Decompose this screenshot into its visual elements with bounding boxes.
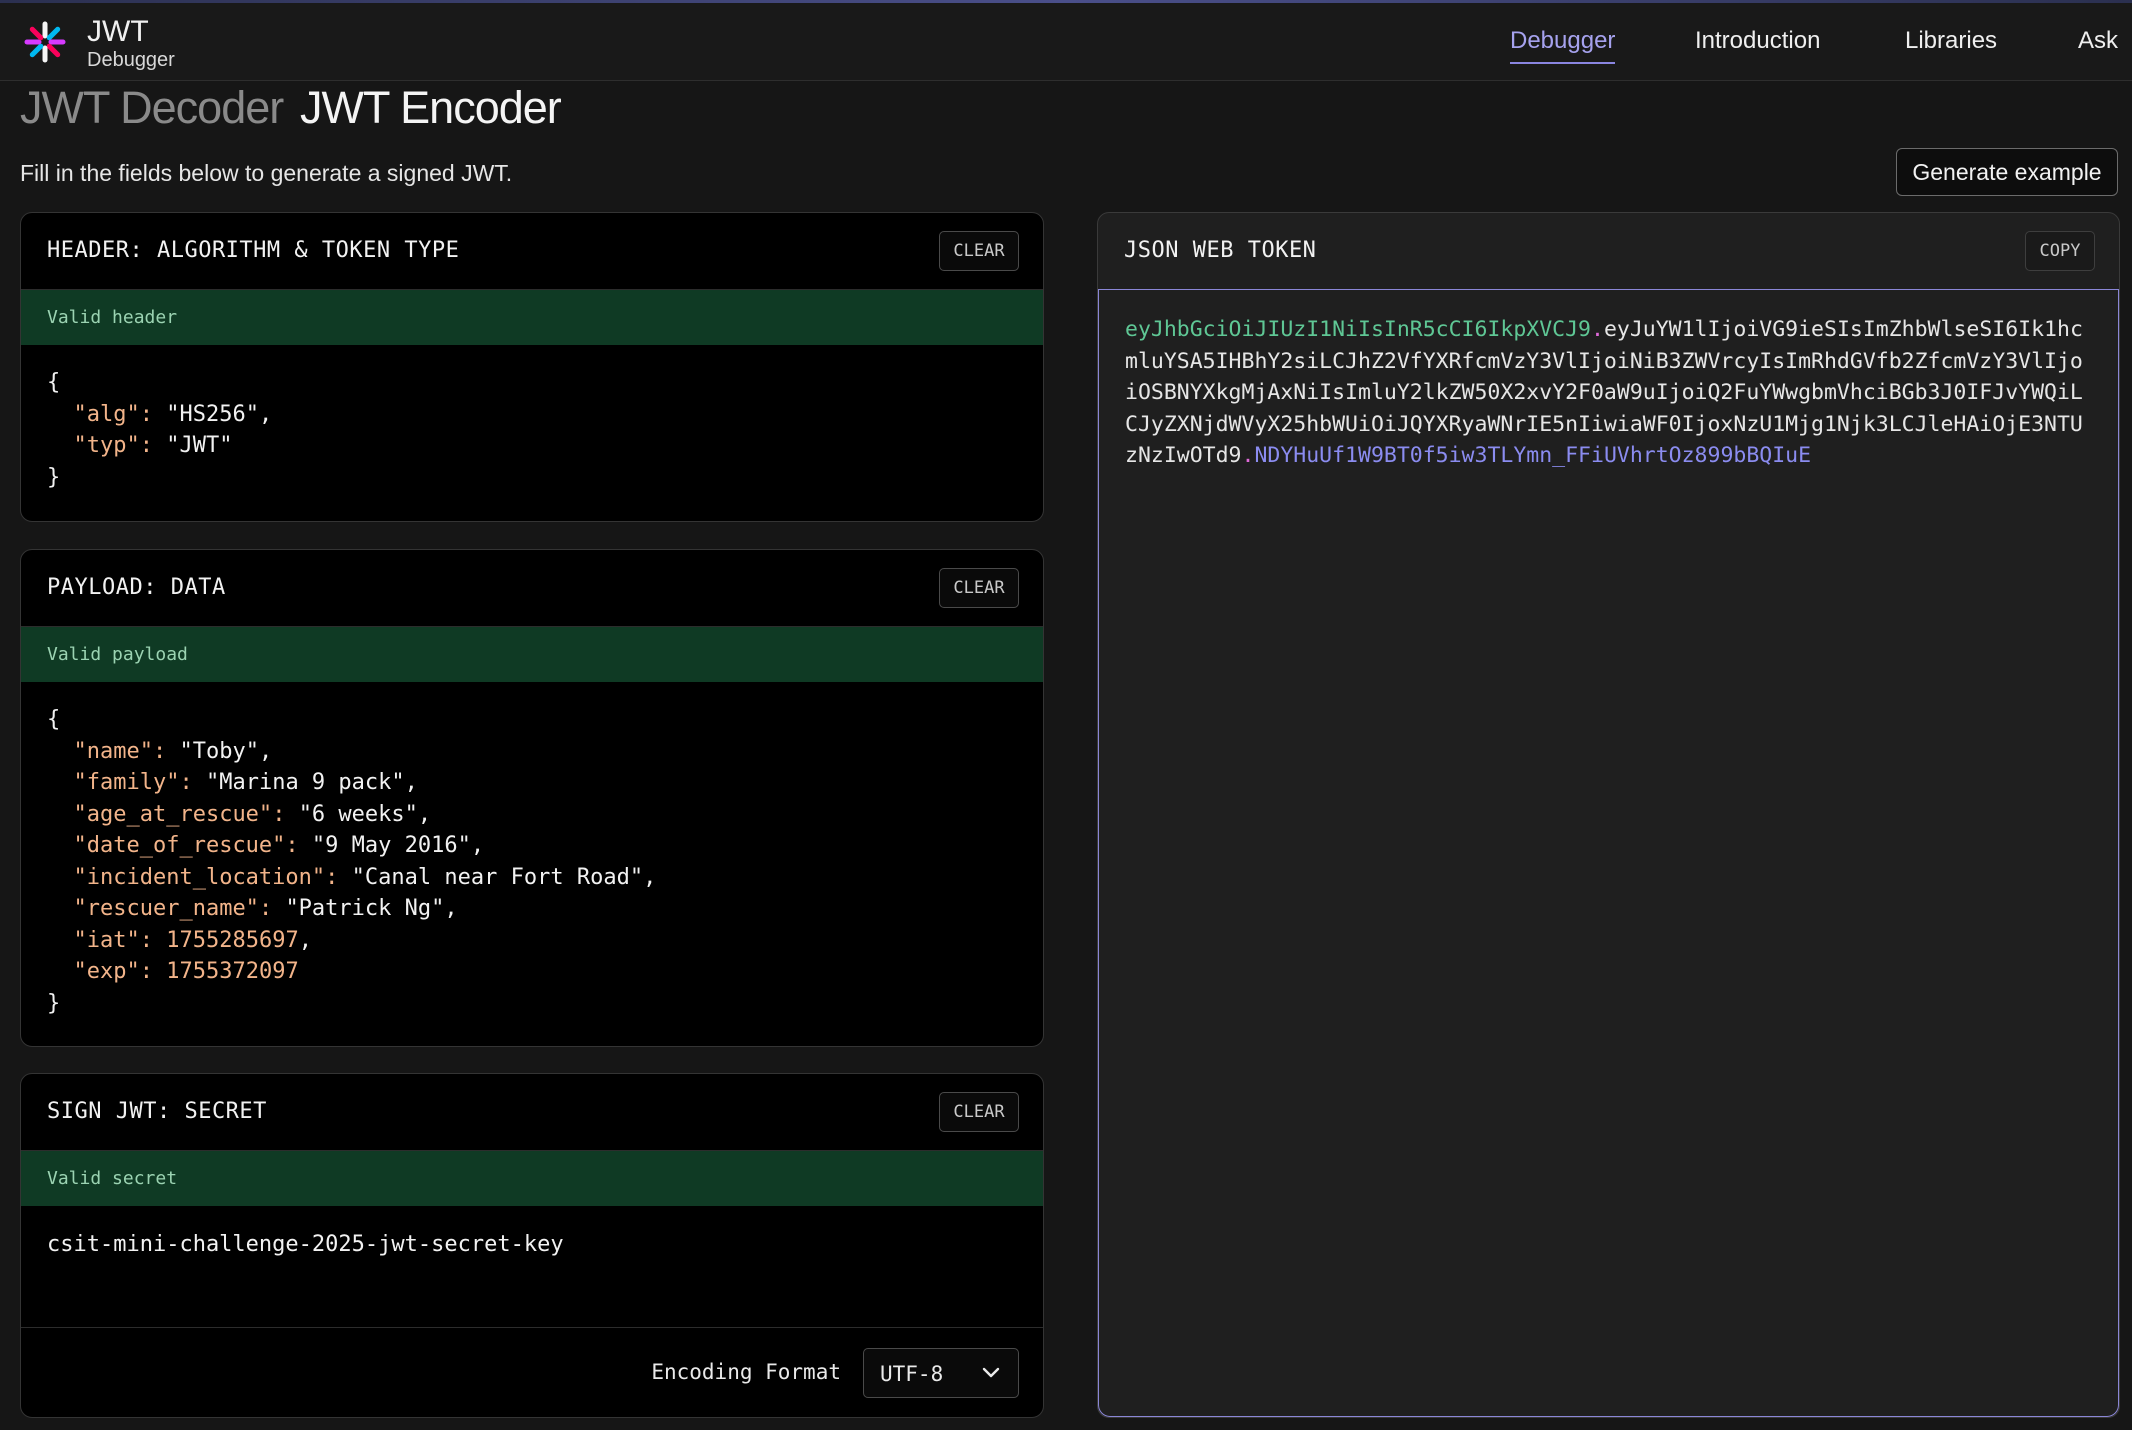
brand-subtitle: Debugger — [87, 49, 175, 71]
json-colon: : — [285, 833, 299, 858]
brand-title: JWT — [87, 15, 149, 48]
json-line: "typ": "JWT" — [47, 433, 233, 458]
active-nav-underline — [1510, 62, 1616, 64]
nav-libraries[interactable]: Libraries — [1905, 27, 1997, 55]
json-open-brace: { — [47, 370, 61, 395]
payload-panel-title: PAYLOAD: DATA — [47, 575, 226, 600]
header-panel: HEADER: ALGORITHM & TOKEN TYPE CLEAR Val… — [20, 212, 1044, 522]
json-key: "family" — [73, 770, 180, 795]
chevron-down-icon — [982, 1367, 1000, 1378]
json-value: "6 weeks" — [298, 801, 418, 827]
instructions-text: Fill in the fields below to generate a s… — [20, 160, 513, 186]
payload-status-text: Valid payload — [47, 644, 188, 665]
header-status-text: Valid header — [47, 307, 178, 328]
secret-panel: SIGN JWT: SECRET CLEAR Valid secret csit… — [20, 1073, 1044, 1418]
header-json-editor[interactable]: { "alg": "HS256", "typ": "JWT" } — [21, 345, 1043, 493]
json-line: "iat": 1755285697, — [73, 927, 312, 953]
json-value: 1755372097 — [166, 959, 299, 984]
json-line: "alg": "HS256", — [73, 401, 273, 427]
encoded-token[interactable]: eyJhbGciOiJIUzI1NiIsInR5cCI6IkpXVCJ9.eyJ… — [1125, 314, 2085, 472]
json-key: "date_of_rescue" — [73, 833, 286, 858]
nav-debugger[interactable]: Debugger — [1510, 27, 1616, 64]
json-line: "rescuer_name": "Patrick Ng", — [73, 896, 458, 921]
json-close-brace: } — [47, 464, 61, 490]
json-value: "HS256" — [166, 401, 259, 427]
token-header-segment: eyJhbGciOiJIUzI1NiIsInR5cCI6IkpXVCJ9 — [1125, 317, 1591, 342]
header-panel-title: HEADER: ALGORITHM & TOKEN TYPE — [47, 238, 460, 263]
secret-status-bar: Valid secret — [21, 1151, 1043, 1206]
secret-clear-button[interactable]: CLEAR — [939, 1092, 1019, 1132]
json-key: "rescuer_name" — [73, 896, 259, 921]
header-panel-head: HEADER: ALGORITHM & TOKEN TYPE CLEAR — [21, 213, 1043, 290]
json-key: "name" — [73, 738, 153, 764]
json-value: 1755285697 — [166, 927, 299, 953]
header-clear-button[interactable]: CLEAR — [939, 231, 1019, 271]
json-line: "exp": 1755372097 — [47, 959, 299, 984]
payload-clear-button[interactable]: CLEAR — [939, 568, 1019, 608]
json-key: "incident_location" — [73, 864, 326, 890]
json-open-brace: { — [47, 707, 61, 732]
json-colon: : — [139, 959, 153, 984]
nav-debugger-label: Debugger — [1510, 27, 1616, 54]
json-value: "Canal near Fort Road" — [351, 864, 644, 890]
json-close-brace: } — [47, 990, 61, 1016]
json-value: "JWT" — [166, 433, 233, 458]
tab-jwt-encoder[interactable]: JWT Encoder — [300, 82, 562, 134]
json-colon: : — [139, 401, 153, 427]
json-line: "name": "Toby", — [73, 738, 273, 764]
token-signature-segment: NDYHuUf1W9BT0f5iw3TLYmn_FFiUVhrtOz899bBQ… — [1254, 443, 1812, 468]
jwt-panel-title: JSON WEB TOKEN — [1124, 238, 1317, 263]
json-key: "alg" — [73, 401, 140, 427]
json-colon: : — [139, 927, 153, 953]
nav-ask[interactable]: Ask — [2078, 27, 2118, 55]
json-value: "9 May 2016" — [311, 833, 471, 858]
json-key: "iat" — [73, 927, 140, 953]
json-line: "date_of_rescue": "9 May 2016", — [73, 833, 485, 858]
json-colon: : — [325, 864, 339, 890]
copy-button[interactable]: COPY — [2025, 231, 2095, 271]
json-colon: : — [272, 801, 286, 827]
json-key: "age_at_rescue" — [73, 801, 273, 827]
payload-panel: PAYLOAD: DATA CLEAR Valid payload { "nam… — [20, 549, 1044, 1047]
encoding-format-select[interactable]: UTF-8 — [863, 1348, 1019, 1398]
header-status-bar: Valid header — [21, 290, 1043, 345]
json-value: "Marina 9 pack" — [205, 770, 405, 795]
jwt-output-area[interactable]: eyJhbGciOiJIUzI1NiIsInR5cCI6IkpXVCJ9.eyJ… — [1098, 289, 2119, 1417]
encoding-footer: Encoding Format UTF-8 — [21, 1327, 1043, 1417]
json-colon: : — [258, 896, 273, 921]
json-line: "age_at_rescue": "6 weeks", — [73, 801, 432, 827]
token-separator: . — [1241, 443, 1255, 468]
secret-panel-head: SIGN JWT: SECRET CLEAR — [21, 1074, 1043, 1151]
encoding-format-label: Encoding Format — [651, 1360, 841, 1384]
json-key: "exp" — [73, 959, 140, 984]
top-navigation-bar: JWT Debugger Debugger Introduction Libra… — [0, 3, 2132, 81]
json-line: "incident_location": "Canal near Fort Ro… — [73, 864, 657, 890]
payload-json-editor[interactable]: { "name": "Toby", "family": "Marina 9 pa… — [21, 682, 1043, 1019]
json-colon: : — [179, 770, 193, 795]
json-value: "Patrick Ng" — [285, 896, 445, 921]
json-value: "Toby" — [179, 738, 259, 764]
nav-introduction[interactable]: Introduction — [1695, 27, 1820, 55]
token-separator: . — [1591, 317, 1604, 342]
encoding-format-value: UTF-8 — [880, 1362, 944, 1386]
secret-input[interactable]: csit-mini-challenge-2025-jwt-secret-key — [47, 1232, 564, 1257]
secret-panel-title: SIGN JWT: SECRET — [47, 1099, 267, 1124]
jwt-logo-icon[interactable] — [24, 21, 66, 63]
json-line: "family": "Marina 9 pack", — [73, 770, 418, 795]
generate-example-button[interactable]: Generate example — [1896, 148, 2118, 196]
json-colon: : — [152, 738, 167, 764]
secret-status-text: Valid secret — [47, 1168, 178, 1189]
payload-status-bar: Valid payload — [21, 627, 1043, 682]
json-key: "typ" — [73, 433, 140, 458]
jwt-panel-head: JSON WEB TOKEN COPY — [1098, 213, 2119, 289]
payload-panel-head: PAYLOAD: DATA CLEAR — [21, 550, 1043, 627]
tab-jwt-decoder[interactable]: JWT Decoder — [20, 82, 284, 134]
json-colon: : — [139, 433, 153, 458]
jwt-output-panel: JSON WEB TOKEN COPY eyJhbGciOiJIUzI1NiIs… — [1097, 212, 2120, 1418]
